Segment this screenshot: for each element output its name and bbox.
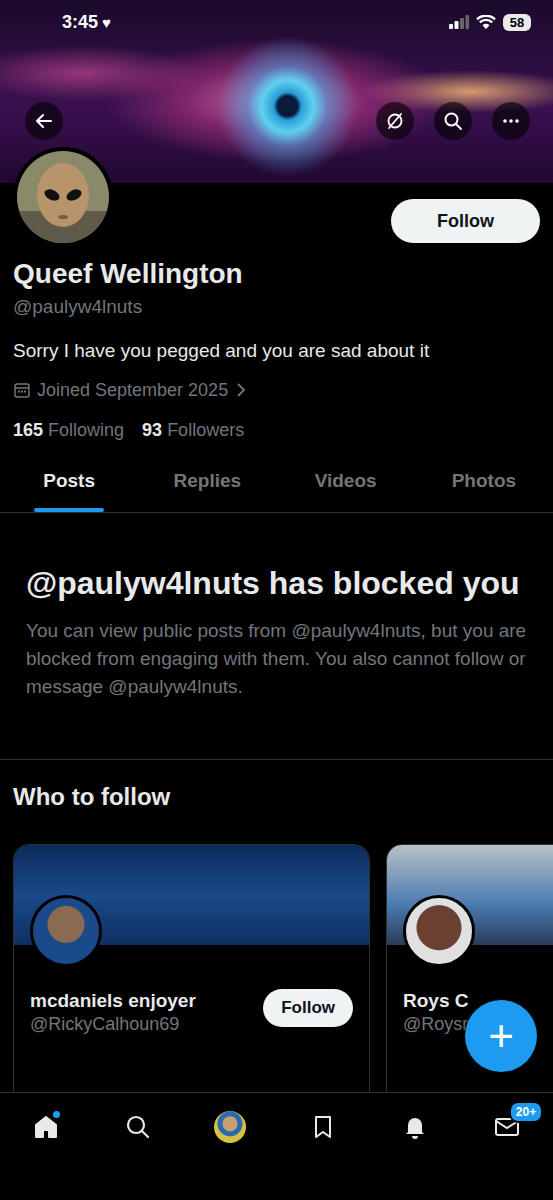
card-avatar xyxy=(403,895,475,967)
wifi-icon xyxy=(476,15,496,30)
suggestion-card[interactable]: mcdaniels enjoyer@RickyCalhoun69 Follow xyxy=(13,844,370,1092)
followers-count[interactable]: 93 Followers xyxy=(142,418,244,442)
card-handle: @RickyCalhoun69 xyxy=(30,1013,196,1035)
alien-avatar-icon xyxy=(17,151,109,243)
profile-tab[interactable]: Replies xyxy=(138,462,276,512)
card-avatar xyxy=(30,895,102,967)
status-time: 3:45 xyxy=(62,12,98,33)
nav-item[interactable] xyxy=(395,1111,435,1143)
slashed-circle-icon xyxy=(385,111,405,131)
back-arrow-icon xyxy=(34,111,54,131)
profile-avatar[interactable] xyxy=(13,147,113,247)
profile-tab[interactable]: Photos xyxy=(415,462,553,512)
card-name: mcdaniels enjoyer xyxy=(30,989,196,1013)
nav-item[interactable] xyxy=(118,1111,158,1143)
joined-date[interactable]: Joined September 2025 xyxy=(13,378,540,402)
bio: Sorry I have you pegged and you are sad … xyxy=(13,339,540,363)
nav-item[interactable] xyxy=(303,1111,343,1143)
calendar-icon xyxy=(13,381,31,399)
blocked-title: @paulyw4lnuts has blocked you xyxy=(26,561,527,605)
bottom-nav: 20+ xyxy=(0,1092,553,1200)
signal-icon xyxy=(449,15,469,29)
following-count[interactable]: 165 Following xyxy=(13,418,124,442)
profile-tab[interactable]: Posts xyxy=(0,462,138,512)
nav-item[interactable]: 20+ xyxy=(487,1111,527,1143)
profile-page: 3:45♥ 58 Follow Queef Wellington @paulyw4lnu… xyxy=(0,0,553,1200)
status-bar: 3:45♥ 58 xyxy=(0,0,553,44)
chevron-right-icon xyxy=(234,381,248,399)
more-dots-icon xyxy=(501,111,521,131)
blocked-notice: @paulyw4lnuts has blocked you You can vie… xyxy=(0,513,553,760)
profile-info: Follow Queef Wellington @paulyw4lnuts Sorry… xyxy=(0,183,553,442)
heart-icon: ♥ xyxy=(102,14,111,31)
user-avatar-icon xyxy=(214,1111,246,1143)
compose-button[interactable]: + xyxy=(465,1000,537,1072)
username: @paulyw4lnuts xyxy=(13,295,540,319)
search-icon xyxy=(124,1113,152,1141)
grok-button[interactable] xyxy=(376,102,414,140)
notification-dot xyxy=(53,1111,60,1118)
search-icon xyxy=(443,111,463,131)
bookmark-icon xyxy=(309,1113,337,1141)
profile-tab[interactable]: Videos xyxy=(277,462,415,512)
card-follow-button[interactable]: Follow xyxy=(263,989,353,1027)
profile-tabs: PostsRepliesVideosPhotos xyxy=(0,462,553,513)
follow-button[interactable]: Follow xyxy=(391,199,540,243)
search-button[interactable] xyxy=(434,102,472,140)
nav-item[interactable] xyxy=(210,1111,250,1143)
nav-item[interactable] xyxy=(26,1111,66,1143)
more-button[interactable] xyxy=(492,102,530,140)
display-name: Queef Wellington xyxy=(13,257,540,291)
tab-indicator xyxy=(34,508,104,512)
back-button[interactable] xyxy=(25,102,63,140)
bell-icon xyxy=(401,1113,429,1141)
blocked-body: You can view public posts from @paulyw4l… xyxy=(26,617,527,701)
message-badge: 20+ xyxy=(509,1101,543,1123)
who-to-follow-title: Who to follow xyxy=(0,782,553,812)
battery-indicator: 58 xyxy=(503,14,531,31)
